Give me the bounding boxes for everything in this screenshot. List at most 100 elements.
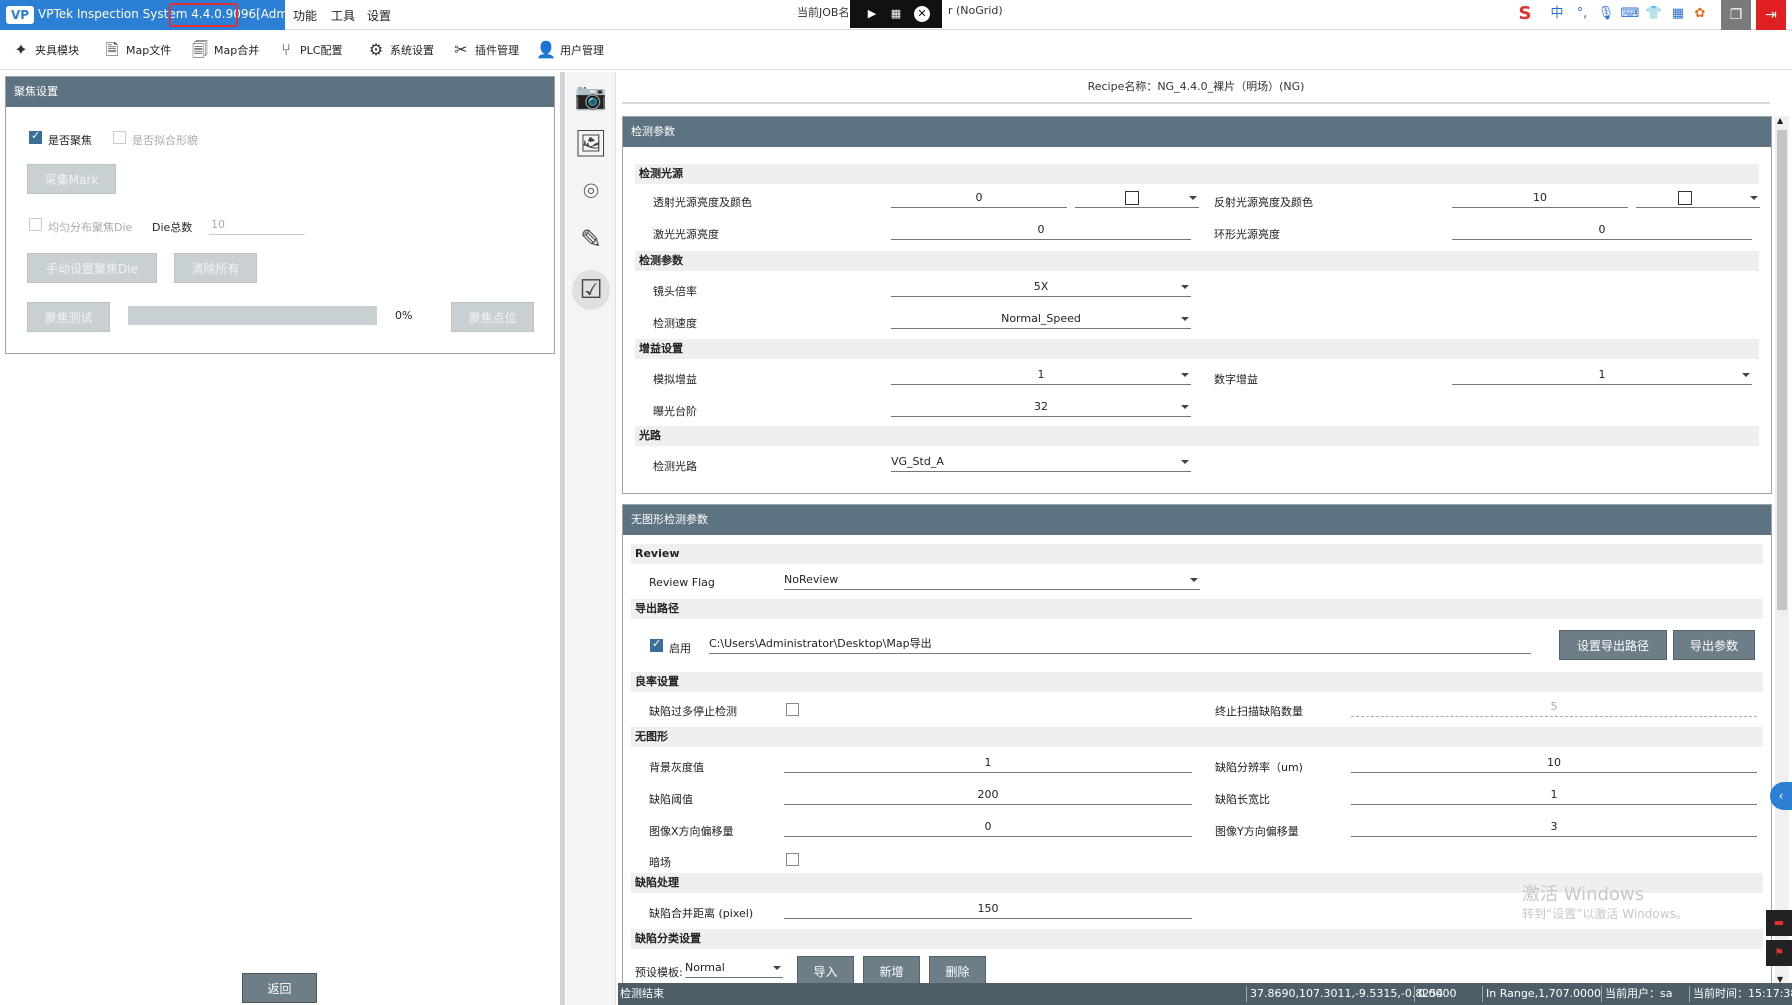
- menu-settings[interactable]: 设置: [367, 7, 391, 24]
- defect-res-value[interactable]: 10: [1351, 754, 1757, 773]
- preset-template-select[interactable]: Normal: [685, 959, 783, 978]
- ruler-tool-icon[interactable]: ✎: [572, 220, 610, 260]
- speed-select[interactable]: Normal_Speed: [891, 310, 1191, 329]
- current-job-label: 当前JOB名: [797, 6, 850, 19]
- group-light-source: 检测光源: [635, 164, 1759, 184]
- grid-apps-icon[interactable]: ▦: [1668, 4, 1688, 24]
- trans-color-select[interactable]: [1075, 189, 1199, 208]
- toolbar-label: 夹具模块: [35, 44, 79, 57]
- skin-icon[interactable]: 👕: [1644, 4, 1664, 24]
- img-x-offset-value[interactable]: 0: [784, 818, 1192, 837]
- lens-select[interactable]: 5X: [891, 278, 1191, 297]
- delete-button[interactable]: 删除: [929, 956, 986, 986]
- merge-distance-value[interactable]: 150: [784, 900, 1192, 919]
- ime-chinese-icon[interactable]: 中: [1547, 4, 1567, 24]
- toolbar-plugin-manage[interactable]: ✂ 插件管理: [450, 38, 519, 62]
- analog-gain-select[interactable]: 1: [891, 366, 1191, 385]
- reflect-color-select[interactable]: [1636, 189, 1760, 208]
- import-button[interactable]: 导入: [797, 956, 854, 986]
- set-export-path-button[interactable]: 设置导出路径: [1559, 630, 1667, 660]
- is-focus-checkbox[interactable]: [29, 129, 42, 144]
- punctuation-icon[interactable]: °,: [1572, 4, 1592, 24]
- review-flag-select[interactable]: NoReview: [784, 571, 1200, 590]
- focus-progress-bar: [128, 306, 377, 325]
- app-window: VP VPTek Inspection System 4.4.0.9096[Ad…: [0, 0, 1792, 1005]
- trans-light-value[interactable]: 0: [891, 189, 1067, 208]
- enable-export-checkbox[interactable]: [650, 637, 663, 652]
- defect-aspect-value[interactable]: 1: [1351, 786, 1757, 805]
- toolbar-plc-config[interactable]: ⑂ PLC配置: [275, 38, 342, 62]
- status-bar: 检测结束 37.8690,107.3011,-9.5315,-0.8254 0.…: [618, 983, 1792, 1005]
- clear-all-button[interactable]: 清除所有: [174, 253, 257, 283]
- exposure-select[interactable]: 32: [891, 398, 1191, 417]
- checklist-icon[interactable]: ☑: [572, 270, 610, 310]
- chevron-left-icon[interactable]: ‹: [1770, 782, 1792, 810]
- bg-gray-label: 背景灰度值: [649, 761, 704, 774]
- flag-icon[interactable]: ⚑: [1766, 940, 1792, 966]
- toolbar-map-merge[interactable]: 🗐 Map合并: [189, 38, 259, 62]
- panel-title: 聚焦设置: [6, 77, 554, 107]
- img-y-offset-value[interactable]: 3: [1351, 818, 1757, 837]
- defect-thresh-value[interactable]: 200: [784, 786, 1192, 805]
- die-total-value[interactable]: 10: [211, 218, 225, 231]
- app-logo-icon: VP: [6, 6, 34, 24]
- collect-mark-button[interactable]: 采集Mark: [27, 164, 116, 194]
- group-optical: 光路: [635, 426, 1759, 446]
- manual-set-focus-die-button[interactable]: 手动设置聚焦Die: [27, 253, 157, 283]
- keyboard-tray-icon[interactable]: ⌨: [1620, 4, 1640, 24]
- scroll-up-icon[interactable]: ▲: [1777, 116, 1783, 125]
- folder-icon[interactable]: ▬: [1766, 910, 1792, 936]
- fixture-icon: ✦: [14, 40, 28, 59]
- stop-scan-count-value[interactable]: 5: [1351, 698, 1757, 717]
- toolbar-user-manage[interactable]: 👤 用户管理: [535, 38, 604, 62]
- recording-overlay: ▶ ▦ ✕: [850, 0, 942, 28]
- focus-point-button[interactable]: 聚焦点位: [451, 302, 534, 332]
- toolbar-map-file[interactable]: 🗎 Map文件: [101, 38, 172, 62]
- toolbar-label: Map文件: [126, 44, 172, 57]
- optical-path-select[interactable]: VG_Std_A: [891, 453, 1191, 472]
- restore-icon[interactable]: ❐: [1721, 0, 1751, 30]
- is-fit-checkbox[interactable]: [113, 131, 126, 144]
- digital-gain-select[interactable]: 1: [1452, 366, 1752, 385]
- export-path-input[interactable]: C:\Users\Administrator\Desktop\Map导出: [709, 635, 1531, 654]
- reflect-color-swatch: [1678, 191, 1692, 205]
- close-circle-icon[interactable]: ✕: [914, 6, 930, 22]
- export-params-button[interactable]: 导出参数: [1673, 630, 1755, 660]
- microphone-icon[interactable]: 🎙: [1596, 4, 1616, 24]
- defect-res-label: 缺陷分辨率（um): [1215, 761, 1303, 774]
- too-many-defects-checkbox[interactable]: [786, 703, 799, 716]
- reflect-light-value[interactable]: 10: [1452, 189, 1628, 208]
- toolbar-label: 用户管理: [560, 44, 604, 57]
- image-icon[interactable]: 🖼: [572, 124, 610, 164]
- bg-gray-value[interactable]: 1: [784, 754, 1192, 773]
- toolbar-label: Map合并: [214, 44, 260, 57]
- nopattern-params-section: 无图形检测参数 Review Review Flag NoReview 导出路径…: [622, 504, 1772, 1004]
- dark-field-checkbox[interactable]: [786, 853, 799, 866]
- ring-light-label: 环形光源亮度: [1214, 228, 1280, 241]
- keyboard-icon[interactable]: ▦: [888, 6, 904, 22]
- scroll-thumb[interactable]: [1777, 130, 1787, 610]
- sogou-icon[interactable]: S: [1515, 4, 1535, 24]
- pointer-icon[interactable]: ▶: [864, 6, 880, 22]
- status-separator: [1246, 986, 1247, 1002]
- splitter[interactable]: [560, 72, 565, 1005]
- add-button[interactable]: 新增: [863, 956, 920, 986]
- camera-icon[interactable]: 📷: [572, 77, 610, 117]
- uniform-die-label: 均匀分布聚焦Die: [48, 221, 133, 234]
- group-export-path: 导出路径: [631, 599, 1763, 619]
- menu-function[interactable]: 功能: [293, 7, 317, 24]
- wafer-map-icon[interactable]: ⌾: [572, 172, 610, 212]
- is-fit-label: 是否拟合形貌: [132, 134, 198, 147]
- laser-light-value[interactable]: 0: [891, 221, 1191, 240]
- toolbar-system-settings[interactable]: ⚙ 系统设置: [365, 38, 434, 62]
- toolbar-fixture[interactable]: ✦ 夹具模块: [10, 38, 79, 62]
- ring-light-value[interactable]: 0: [1452, 221, 1752, 240]
- vertical-scrollbar[interactable]: ▲ ▼: [1775, 116, 1789, 984]
- toolbox-icon[interactable]: ✿: [1690, 4, 1710, 24]
- back-button[interactable]: 返回: [242, 973, 317, 1003]
- focus-test-button[interactable]: 聚焦测试: [27, 302, 110, 332]
- menu-tools[interactable]: 工具: [331, 7, 355, 24]
- analog-gain-label: 模拟增益: [653, 373, 697, 386]
- uniform-die-checkbox[interactable]: [29, 218, 42, 231]
- close-icon[interactable]: ⇥: [1756, 0, 1786, 30]
